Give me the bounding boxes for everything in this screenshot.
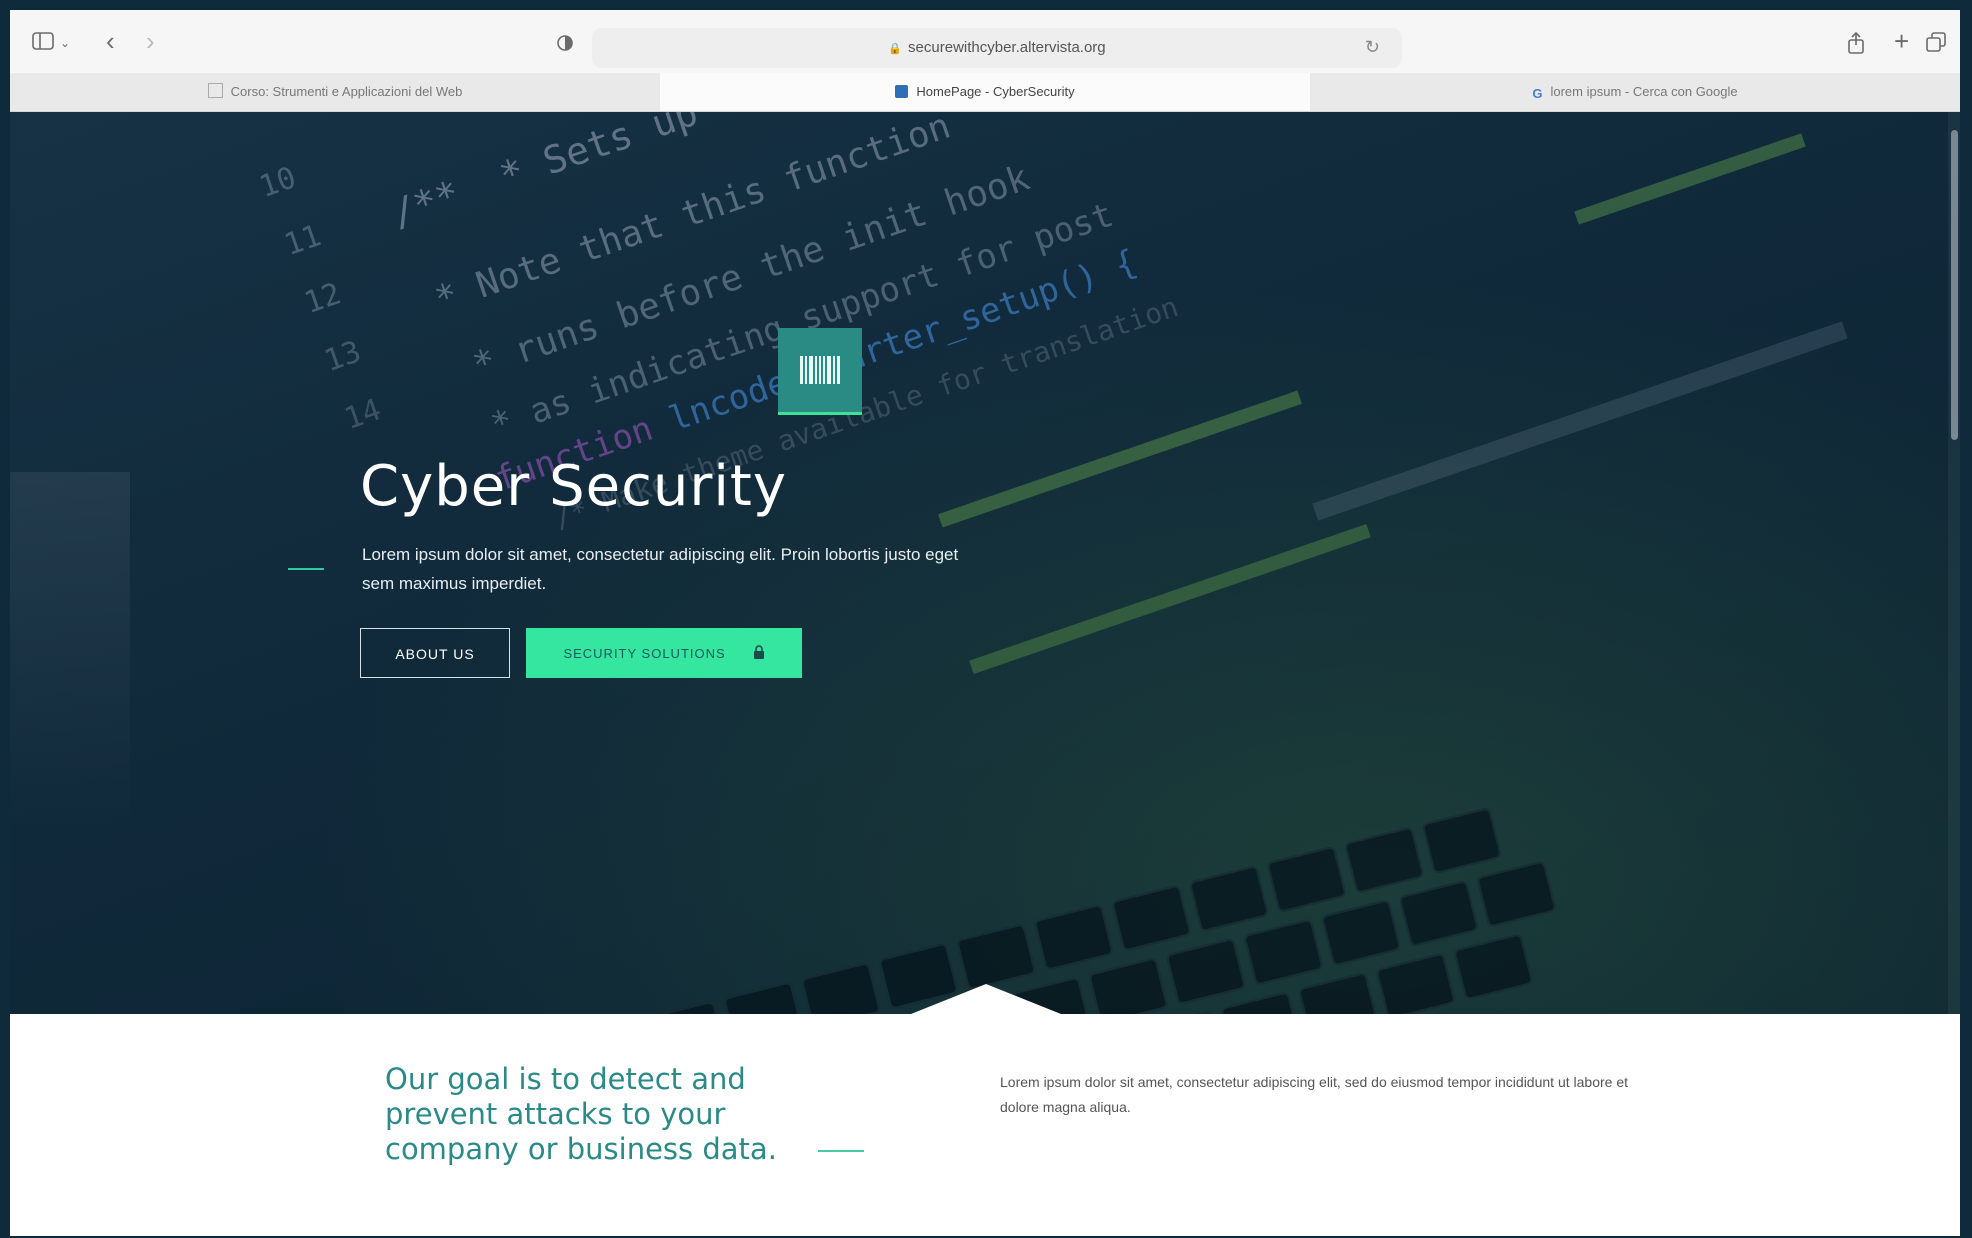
section-notch [906,984,1066,1014]
about-us-label: ABOUT US [395,646,475,662]
security-solutions-button[interactable]: SECURITY SOLUTIONS [526,628,802,678]
page-icon [207,83,223,98]
sidebar-icon[interactable] [32,32,54,54]
lock-icon: 🔒 [888,43,903,55]
browser-window: ⌄ ‹ › 🔒 securewithcyber.altervista.org ↻ … [10,10,1960,1236]
tab-homepage[interactable]: HomePage - CyberSecurity [660,73,1310,111]
hero-section: 10 11 12 13 14 /** * Sets up theme * Not… [10,112,1960,1014]
tab-label: lorem ipsum - Cerca con Google [1550,84,1738,99]
tab-corso[interactable]: Corso: Strumenti e Applicazioni del Web [10,73,660,111]
goal-divider [818,1150,864,1152]
scrollbar[interactable] [1948,112,1960,1014]
hero-lead: Lorem ipsum dolor sit amet, consectetur … [362,545,959,593]
tab-label: Corso: Strumenti e Applicazioni del Web [230,84,463,99]
scrollbar-thumb[interactable] [1951,130,1958,440]
tab-bar: Corso: Strumenti e Applicazioni del Web … [10,73,1960,112]
about-us-button[interactable]: ABOUT US [360,628,510,678]
security-solutions-label: SECURITY SOLUTIONS [563,646,726,661]
shield-icon[interactable] [556,34,574,56]
site-favicon-icon [895,85,909,98]
address-bar[interactable]: 🔒 securewithcyber.altervista.org ↻ [592,28,1402,68]
tab-label: HomePage - CyberSecurity [916,84,1075,99]
chevron-down-icon[interactable]: ⌄ [60,32,70,54]
goal-heading: Our goal is to detect and prevent attack… [385,1062,777,1166]
barcode-logo-icon [778,328,862,415]
reload-icon[interactable]: ↻ [1365,37,1380,58]
google-icon: G [1532,86,1543,101]
accent-divider [288,568,324,570]
intro-text: Lorem ipsum dolor sit amet, consectetur … [1000,1074,1628,1115]
chevron-right-icon[interactable]: › [146,28,155,54]
url-text: securewithcyber.altervista.org [908,39,1106,56]
tab-google[interactable]: Glorem ipsum - Cerca con Google [1310,73,1960,111]
share-icon[interactable] [1846,31,1866,58]
chevron-left-icon[interactable]: ‹ [106,28,115,54]
lock-icon [748,645,765,661]
plus-icon[interactable]: + [1894,28,1909,54]
tabs-icon[interactable] [1926,32,1946,56]
hero-title: Cyber Security [360,454,788,519]
